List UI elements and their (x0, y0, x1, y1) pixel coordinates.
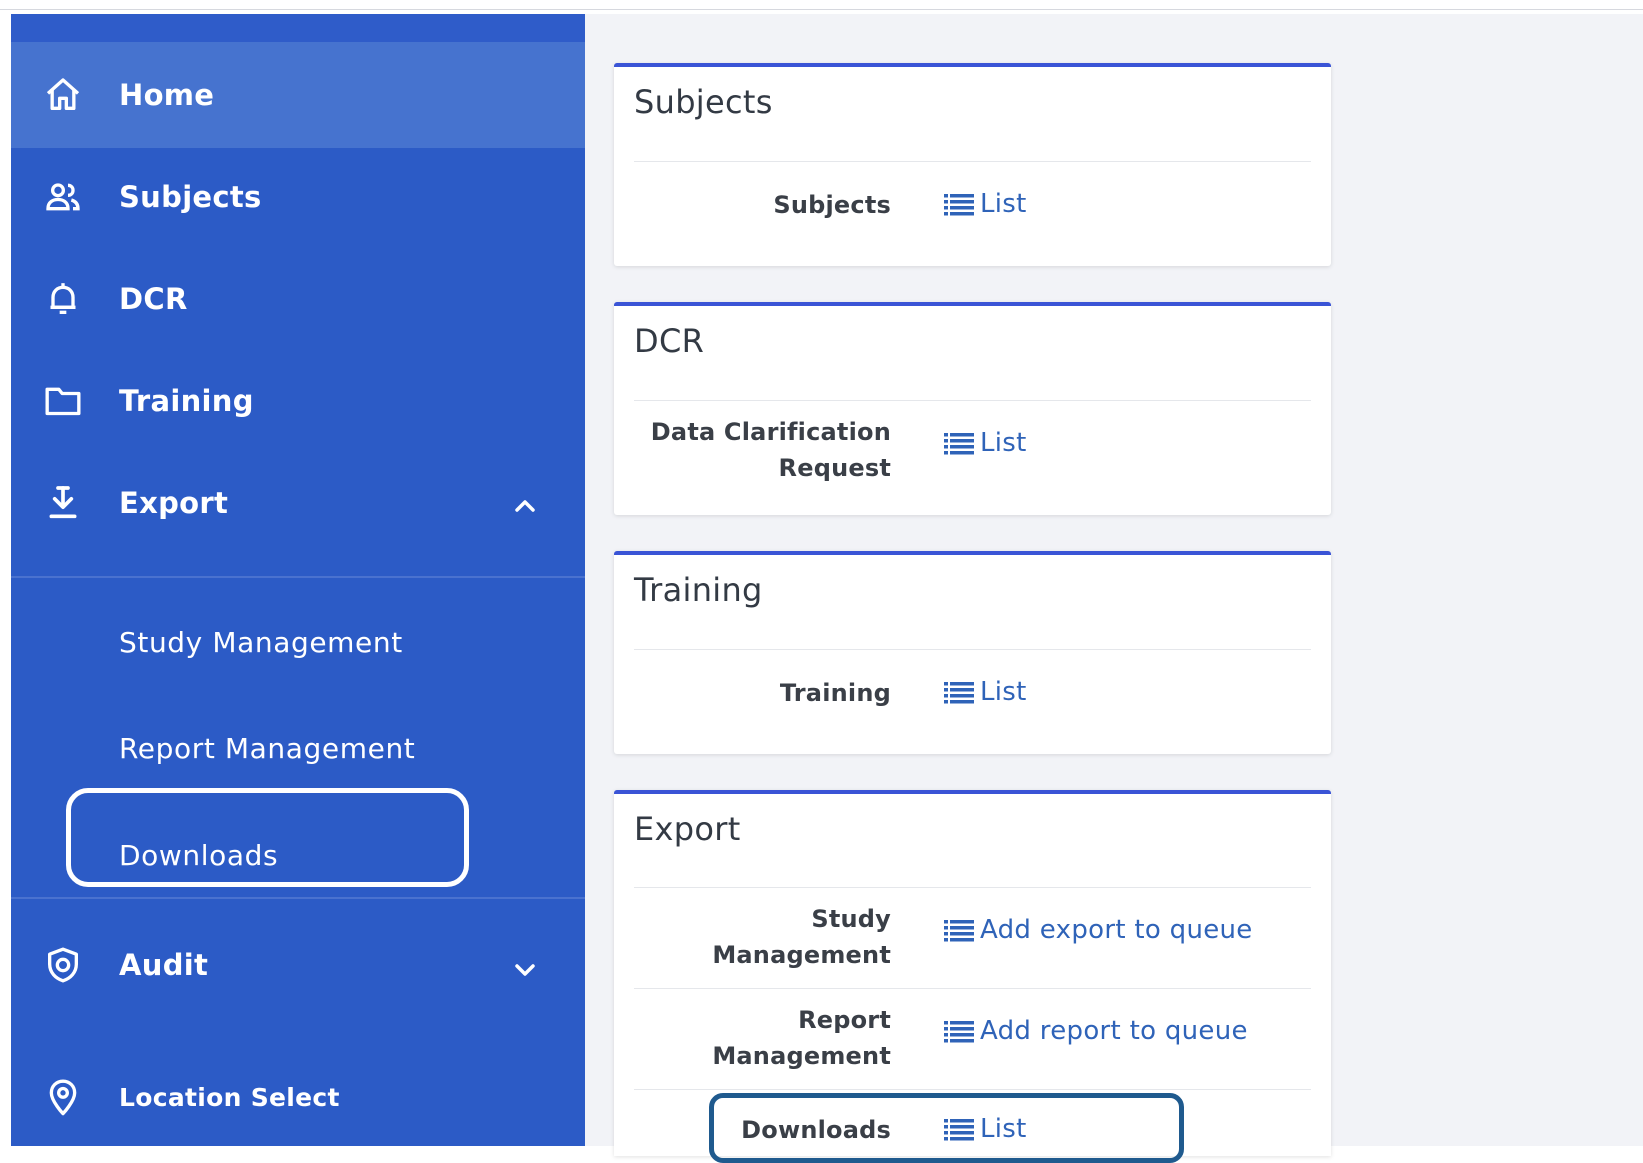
shield-icon (41, 943, 85, 987)
link-label: List (980, 428, 1027, 458)
card-dcr: DCR Data Clarification Request List (614, 302, 1331, 515)
link-label: List (980, 189, 1027, 219)
sidebar: Home Subjects DCR Training Export Study … (11, 14, 585, 1146)
sidebar-item-export[interactable]: Export (11, 450, 585, 556)
sidebar-divider (11, 897, 585, 899)
link-label: List (980, 677, 1027, 707)
add-report-to-queue-link[interactable]: Add report to queue (944, 1016, 1248, 1046)
chevron-up-icon[interactable] (509, 490, 541, 522)
card-title: DCR (634, 322, 705, 360)
row-label: Data Clarification Request (651, 414, 891, 486)
sidebar-item-label: DCR (119, 282, 188, 316)
sidebar-subitem-report-management[interactable]: Report Management (11, 696, 585, 800)
sidebar-item-location-select[interactable]: Location Select (11, 1044, 585, 1150)
downloads-highlight-box (66, 788, 469, 887)
subjects-list-link[interactable]: List (944, 189, 1027, 219)
downloads-row-highlight-box (709, 1093, 1184, 1163)
sidebar-divider (11, 576, 585, 578)
sidebar-subitem-label: Study Management (119, 625, 403, 659)
list-icon (944, 1021, 974, 1043)
sidebar-item-home[interactable]: Home (11, 42, 585, 148)
download-icon (41, 481, 85, 525)
sidebar-item-training[interactable]: Training (11, 348, 585, 454)
sidebar-subitem-label: Report Management (119, 731, 416, 765)
bell-icon (41, 277, 85, 321)
card-title: Export (634, 810, 741, 848)
add-export-to-queue-link[interactable]: Add export to queue (944, 915, 1253, 945)
card-separator (634, 887, 1311, 888)
list-icon (944, 194, 974, 216)
users-icon (41, 175, 85, 219)
list-icon (944, 682, 974, 704)
card-separator (634, 988, 1311, 989)
link-label: Add report to queue (980, 1016, 1248, 1046)
chevron-down-icon[interactable] (509, 954, 541, 986)
sidebar-item-label: Home (119, 78, 215, 112)
sidebar-subitem-study-management[interactable]: Study Management (11, 590, 585, 694)
row-label-line: Data Clarification (650, 418, 891, 446)
sidebar-item-label: Subjects (119, 180, 262, 214)
list-icon (944, 433, 974, 455)
sidebar-item-label: Training (119, 384, 254, 418)
sidebar-item-subjects[interactable]: Subjects (11, 144, 585, 250)
location-pin-icon (41, 1075, 85, 1119)
row-label-line: Report (798, 1006, 891, 1034)
sidebar-item-audit[interactable]: Audit (11, 912, 585, 1018)
card-separator (634, 400, 1311, 401)
row-label: Study Management (712, 901, 891, 973)
card-subjects: Subjects Subjects List (614, 63, 1331, 266)
home-icon (41, 73, 85, 117)
top-border (0, 9, 1643, 10)
card-separator (634, 161, 1311, 162)
row-label-line: Request (778, 454, 891, 482)
list-icon (944, 920, 974, 942)
row-label-line: Management (712, 1042, 891, 1070)
row-label: Subjects (773, 191, 891, 219)
sidebar-item-label: Export (119, 486, 229, 520)
sidebar-item-dcr[interactable]: DCR (11, 246, 585, 352)
training-list-link[interactable]: List (944, 677, 1027, 707)
row-label: Training (779, 679, 891, 707)
sidebar-item-label: Audit (119, 948, 209, 982)
card-title: Subjects (634, 83, 773, 121)
card-separator (634, 649, 1311, 650)
card-training: Training Training List (614, 551, 1331, 754)
card-separator (634, 1089, 1311, 1090)
sidebar-top-strip (11, 14, 585, 42)
row-label: Report Management (712, 1002, 891, 1074)
dcr-list-link[interactable]: List (944, 428, 1027, 458)
folder-icon (41, 379, 85, 423)
row-label-line: Management (712, 941, 891, 969)
card-title: Training (634, 571, 763, 609)
sidebar-item-label: Location Select (119, 1082, 340, 1112)
link-label: Add export to queue (980, 915, 1253, 945)
row-label-line: Study (811, 905, 891, 933)
